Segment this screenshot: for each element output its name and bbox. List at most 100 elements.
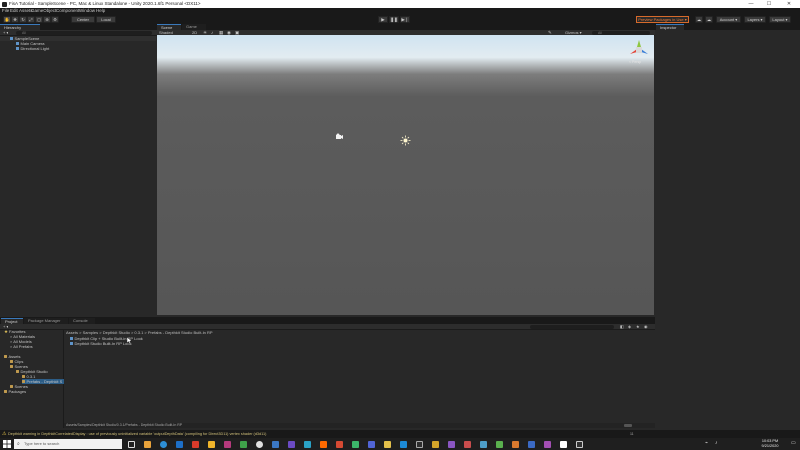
item-label: Directional Light (20, 46, 50, 51)
breadcrumb-item[interactable]: Samples (83, 330, 99, 335)
task-view-icon[interactable] (128, 440, 135, 448)
folder-icon (22, 375, 25, 379)
filter-label-icon[interactable]: ◈ (628, 324, 631, 330)
step-button[interactable]: ▶❘ (400, 15, 410, 23)
breadcrumb-item[interactable]: Prefabs - Depthkit Studio Built-In RP (148, 330, 213, 335)
hand-tool-icon[interactable]: ✋ (3, 15, 11, 23)
scale-tool-icon[interactable]: ⤢ (27, 15, 35, 23)
play-button[interactable]: ▶ (378, 15, 388, 23)
preview-packages-dropdown[interactable]: Preview Packages in Use ▾ (636, 15, 689, 23)
hierarchy-search-input[interactable]: All (16, 31, 152, 35)
project-search-input[interactable] (530, 325, 614, 329)
pivot-label: Center (76, 16, 89, 22)
minimize-button[interactable]: — (744, 0, 758, 8)
volume-icon[interactable]: ♪ (715, 440, 718, 446)
app-icon[interactable] (448, 440, 455, 448)
maximize-button[interactable]: ☐ (762, 0, 776, 8)
app-icon[interactable] (480, 440, 487, 448)
store-icon[interactable] (176, 440, 183, 448)
console-status-bar[interactable]: ⚠ Depthkit warning in DepthkitCorrelated… (0, 430, 800, 438)
app-icon[interactable] (240, 440, 247, 448)
system-clock[interactable]: 10:03 PM 9/21/2020 (752, 439, 788, 449)
breadcrumb-item[interactable]: 0.3.1 (134, 330, 143, 335)
app-icon[interactable] (400, 440, 407, 448)
folder-item-selected[interactable]: Prefabs - Depthkit S (22, 379, 64, 384)
move-tool-icon[interactable]: ✥ (11, 15, 19, 23)
app-icon[interactable] (528, 440, 535, 448)
app-icon[interactable] (304, 440, 311, 448)
packages-folder[interactable]: Packages (4, 389, 26, 394)
folder-icon (4, 355, 7, 359)
app-icon[interactable] (512, 440, 519, 448)
camera-gizmo-icon[interactable] (335, 133, 344, 140)
tab-inspector[interactable]: Inspector (656, 24, 684, 30)
inspector-tab-strip: Inspector (655, 24, 800, 30)
app-icon[interactable] (496, 440, 503, 448)
chrome-icon[interactable] (208, 440, 215, 448)
app-icon[interactable] (464, 440, 471, 448)
app-icon[interactable] (288, 440, 295, 448)
prefab-icon (70, 337, 73, 341)
clock-date: 9/21/2020 (761, 444, 779, 448)
folder-icon (10, 365, 13, 369)
filter-type-icon[interactable]: ◧ (620, 324, 624, 330)
asset-file-item[interactable]: Depthkit Studio Built-In RP Look (70, 341, 132, 346)
app-icon[interactable] (224, 440, 231, 448)
edge-browser-icon[interactable] (160, 440, 167, 448)
account-label: Account ▾ (719, 16, 738, 22)
favorite-star-icon[interactable]: ★ (636, 324, 640, 330)
layers-dropdown[interactable]: Layers ▾ (744, 15, 766, 23)
app-icon[interactable] (432, 440, 439, 448)
layout-dropdown[interactable]: Layout ▾ (769, 15, 791, 23)
layout-label: Layout ▾ (772, 16, 788, 22)
app-icon[interactable] (384, 440, 391, 448)
rect-tool-icon[interactable]: ▢ (35, 15, 43, 23)
gameobject-icon (16, 47, 19, 51)
file-explorer-icon[interactable] (144, 440, 151, 448)
favorite-label: All Prefabs (13, 344, 33, 349)
terminal-icon[interactable] (416, 440, 423, 448)
space-local-toggle[interactable]: Local (96, 15, 116, 23)
folder-label: Prefabs - Depthkit S (26, 379, 63, 384)
hidden-packages-icon[interactable]: ◉ (644, 324, 648, 330)
unity-app-icon[interactable] (560, 440, 567, 448)
windows-start-icon[interactable] (3, 440, 11, 448)
pivot-center-toggle[interactable]: Center (71, 15, 95, 23)
folder-icon (16, 370, 19, 374)
app-icon[interactable] (544, 440, 551, 448)
console-last-message: Depthkit warning in DepthkitCorrelatedDi… (8, 432, 267, 436)
transform-tool-icon[interactable]: ⊕ (43, 15, 51, 23)
pause-button[interactable]: ❚❚ (389, 15, 399, 23)
app-icon[interactable] (320, 440, 327, 448)
app-icon[interactable] (336, 440, 343, 448)
orientation-gizmo-icon[interactable] (627, 38, 651, 60)
rotate-tool-icon[interactable]: ↻ (19, 15, 27, 23)
app-icon[interactable] (272, 440, 279, 448)
hierarchy-item-directional-light[interactable]: Directional Light (16, 46, 49, 51)
app-icon[interactable] (368, 440, 375, 448)
breadcrumb: Assets > Samples > Depthkit Studio > 0.3… (66, 330, 213, 335)
console-tab-label: Console (73, 318, 88, 323)
taskbar-search-input[interactable]: ⌕ Type here to search (14, 439, 122, 449)
custom-tool-icon[interactable]: ⚙ (51, 15, 59, 23)
office-icon[interactable] (192, 440, 199, 448)
persp-label[interactable]: < Persp (629, 60, 641, 64)
notifications-icon[interactable]: ▭ (791, 440, 796, 446)
breadcrumb-item[interactable]: Depthkit Studio (103, 330, 130, 335)
windows-taskbar: ⌕ Type here to search ⌁ ♪ 10:03 PM 9/21/… (0, 438, 800, 450)
zoom-slider[interactable] (624, 424, 632, 427)
close-button[interactable]: ✕ (782, 0, 796, 8)
selected-path: Assets/Samples/Depthkit Studio/0.3.1/Pre… (66, 423, 183, 427)
account-dropdown[interactable]: Account ▾ (716, 15, 741, 23)
app-icon[interactable] (256, 440, 263, 448)
network-icon[interactable]: ⌁ (705, 440, 708, 446)
directional-light-icon[interactable] (400, 135, 411, 146)
breadcrumb-item[interactable]: Assets (66, 330, 78, 335)
scene-viewport[interactable]: < Persp (157, 35, 654, 315)
inspector-panel (655, 24, 800, 435)
cloud-icon[interactable]: ☁ (705, 15, 713, 23)
app-icon[interactable] (352, 440, 359, 448)
collab-icon[interactable]: ☁ (695, 15, 703, 23)
unity-editor-icon[interactable] (576, 440, 583, 448)
favorite-item[interactable]: ⌕All Prefabs (10, 344, 33, 349)
